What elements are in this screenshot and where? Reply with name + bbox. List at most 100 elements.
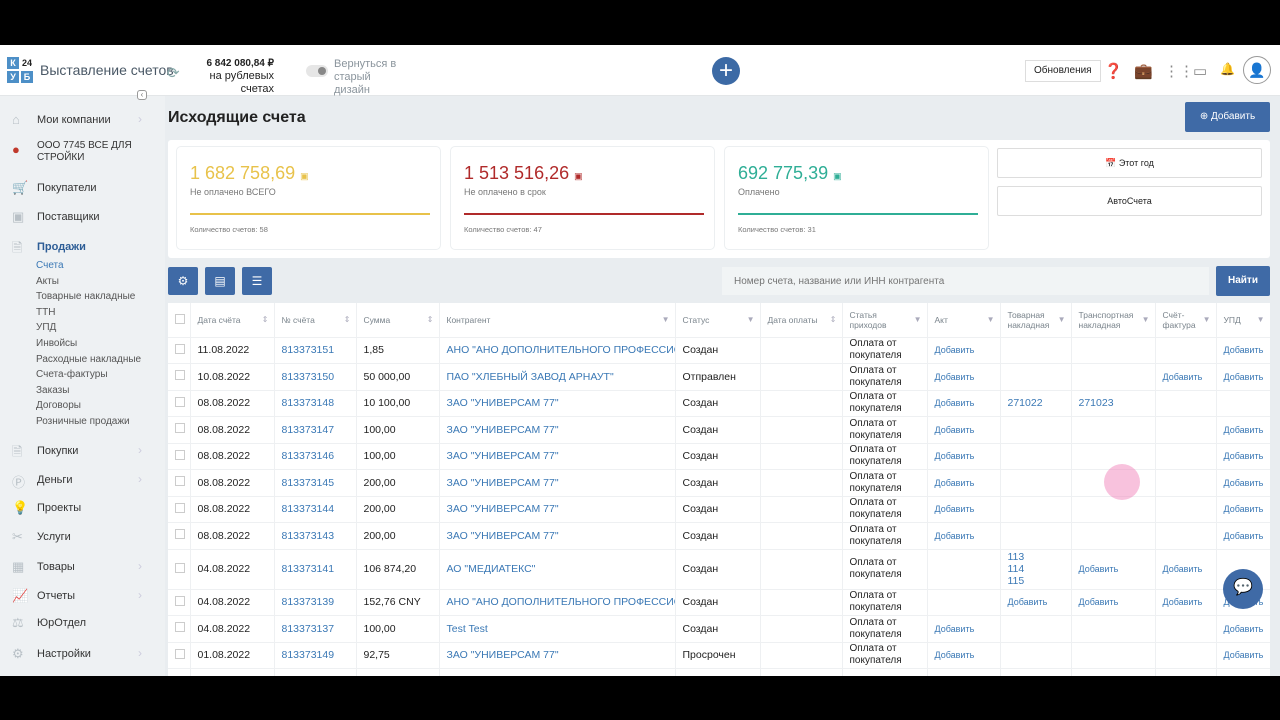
help-icon[interactable]: ❓ <box>1104 62 1123 80</box>
collapse-sidebar-icon[interactable]: ‹ <box>137 90 147 100</box>
column-header[interactable]: Транспортная накладная ▼ <box>1071 303 1156 338</box>
refresh-icon[interactable]: ⟳ <box>167 64 180 82</box>
select-all-checkbox[interactable] <box>168 303 191 338</box>
apps-grid-icon[interactable]: ⋮⋮ <box>1164 62 1194 80</box>
kub24-logo[interactable]: К 24 У Б <box>7 57 33 83</box>
filter-icon[interactable]: ▼ <box>662 315 670 325</box>
sidebar-item-1[interactable]: ● ООО 7745 ВСЕ ДЛЯ СТРОЙКИ <box>0 140 165 163</box>
briefcase-icon[interactable]: 💼 <box>1134 62 1153 80</box>
tov-link[interactable]: 113 <box>1008 551 1064 563</box>
cell-contractor[interactable]: ЗАО "УНИВЕРСАМ 77" <box>439 443 676 470</box>
search-input[interactable] <box>722 267 1209 295</box>
bell-icon[interactable]: 🔔 <box>1220 62 1235 76</box>
table-row[interactable]: 04.08.2022 813373141 106 874,20 АО "МЕДИАТЕ… <box>168 549 1270 590</box>
add-invoice-button[interactable]: ⊕ Добавить <box>1185 102 1270 132</box>
sidebar-subitem[interactable]: Розничные продажи <box>36 416 130 427</box>
sidebar-item-9[interactable]: ▦ Товары › <box>0 557 165 577</box>
column-header[interactable]: УПД ▼ <box>1216 303 1270 338</box>
row-checkbox[interactable] <box>168 615 191 643</box>
period-button[interactable]: 📅 Этот год <box>997 148 1262 178</box>
sidebar-subitem[interactable]: Договоры <box>36 400 81 411</box>
sidebar-item-12[interactable]: ⚙ Настройки › <box>0 644 165 664</box>
row-checkbox[interactable] <box>168 390 191 417</box>
sidebar-subitem[interactable]: Акты <box>36 276 59 287</box>
cell-upd[interactable]: Добавить <box>1216 416 1270 444</box>
wallet-icon[interactable]: ▭ <box>1193 62 1207 80</box>
cell-num[interactable]: 813373144 <box>274 496 357 523</box>
cell-act[interactable]: Добавить <box>927 642 1001 669</box>
sidebar-item-3[interactable]: ▣ Поставщики <box>0 207 165 227</box>
column-header[interactable]: Дата счёта ⇕ <box>190 303 275 338</box>
column-header[interactable]: № счёта ⇕ <box>274 303 357 338</box>
sidebar-item-4[interactable]: 🗎 Продажи <box>0 237 165 257</box>
cell-contractor[interactable]: ЗАО "УНИВЕРСАМ 77" <box>439 416 676 444</box>
cell-trans[interactable]: Добавить <box>1071 549 1156 590</box>
table-row[interactable]: 08.08.2022 813373143 200,00 ЗАО "УНИВЕРСАМ … <box>168 522 1270 550</box>
summary-card[interactable]: 1 682 758,69 ▣ Не оплачено ВСЕГО Количес… <box>176 146 441 250</box>
cell-num[interactable]: 813373137 <box>274 615 357 643</box>
cell-act[interactable]: Добавить <box>927 443 1001 470</box>
cell-upd[interactable]: Добавить <box>1216 522 1270 550</box>
cell-act[interactable]: Добавить <box>927 390 1001 417</box>
row-checkbox[interactable] <box>168 469 191 497</box>
cell-contractor[interactable]: ПАО "ХЛЕБНЫЙ ЗАВОД АРНАУТ" <box>439 363 676 391</box>
cell-contractor[interactable]: Test Test <box>439 615 676 643</box>
sidebar-subitem[interactable]: Заказы <box>36 385 69 396</box>
sidebar-item-10[interactable]: 📈 Отчеты › <box>0 586 165 606</box>
updates-button[interactable]: Обновления <box>1025 60 1101 82</box>
column-header[interactable]: Статус ▼ <box>675 303 761 338</box>
cell-tov[interactable]: Добавить <box>1000 589 1072 616</box>
cell-act[interactable]: Добавить <box>927 337 1001 364</box>
sidebar-item-5[interactable]: 🗎 Покупки › <box>0 441 165 461</box>
sidebar-item-6[interactable]: Ⓟ Деньги › <box>0 470 165 490</box>
auto-invoices-button[interactable]: АвтоСчета <box>997 186 1262 216</box>
sort-icon[interactable]: ⇕ <box>830 315 837 325</box>
row-checkbox[interactable] <box>168 589 191 616</box>
cell-upd[interactable]: Добавить <box>1216 615 1270 643</box>
chat-button[interactable]: 💬 <box>1223 569 1263 609</box>
column-header[interactable]: Счёт-фактура ▼ <box>1155 303 1217 338</box>
tov-link[interactable]: 114 <box>1008 563 1064 575</box>
excel-export-button[interactable]: ▤ <box>205 267 235 295</box>
sidebar-subitem[interactable]: Товарные накладные <box>36 291 135 302</box>
cell-contractor[interactable]: АНО "АНО ДОПОЛНИТЕЛЬНОГО ПРОФЕССИОНАЛ <box>439 337 676 364</box>
row-checkbox[interactable] <box>168 496 191 523</box>
cell-num[interactable]: 813373151 <box>274 337 357 364</box>
row-checkbox[interactable] <box>168 363 191 391</box>
cell-num[interactable]: 813373146 <box>274 443 357 470</box>
old-design-toggle[interactable] <box>306 65 328 77</box>
cell-num[interactable]: 813373147 <box>274 416 357 444</box>
cell-num[interactable]: 813373143 <box>274 522 357 550</box>
create-button[interactable]: + <box>712 57 740 85</box>
table-row[interactable]: 08.08.2022 813373147 100,00 ЗАО "УНИВЕРСАМ … <box>168 416 1270 444</box>
row-checkbox[interactable] <box>168 337 191 364</box>
sidebar-item-7[interactable]: 💡 Проекты <box>0 498 165 518</box>
cell-contractor[interactable]: ЗАО "УНИВЕРСАМ 77" <box>439 522 676 550</box>
table-row[interactable]: 08.08.2022 813373148 10 100,00 ЗАО "УНИВЕРС… <box>168 390 1270 417</box>
cell-upd[interactable]: Добавить <box>1216 363 1270 391</box>
cell-act[interactable]: Добавить <box>927 363 1001 391</box>
cell-contractor[interactable]: ЗАО "УНИВЕРСАМ 77" <box>439 469 676 497</box>
cell-upd[interactable]: Добавить <box>1216 496 1270 523</box>
sidebar-item-0[interactable]: ⌂ Мои компании › <box>0 110 165 130</box>
filter-icon[interactable]: ▼ <box>1058 315 1066 325</box>
summary-card[interactable]: 692 775,39 ▣ Оплачено Количество счетов:… <box>724 146 989 250</box>
cell-contractor[interactable]: ЗАО "УНИВЕРСАМ 77" <box>439 390 676 417</box>
cell-num[interactable]: 813373141 <box>274 549 357 590</box>
cell-tov[interactable]: 271022 <box>1000 390 1072 417</box>
sort-icon[interactable]: ⇕ <box>427 315 434 325</box>
column-header[interactable]: Контрагент ▼ <box>439 303 676 338</box>
cell-sf[interactable]: Добавить <box>1155 363 1217 391</box>
sidebar-subitem[interactable]: Счета <box>36 260 64 271</box>
cell-trans[interactable]: Добавить <box>1071 589 1156 616</box>
cell-sf[interactable]: Добавить <box>1155 549 1217 590</box>
cell-act[interactable]: Добавить <box>927 496 1001 523</box>
cell-upd[interactable]: Добавить <box>1216 443 1270 470</box>
filter-icon[interactable]: ▼ <box>1142 315 1150 325</box>
filter-icon[interactable]: ▼ <box>1257 315 1265 325</box>
cell-trans[interactable]: 271023 <box>1071 390 1156 417</box>
cell-contractor[interactable]: ЗАО "УНИВЕРСАМ 77" <box>439 496 676 523</box>
sidebar-subitem[interactable]: УПД <box>36 322 56 333</box>
filter-icon[interactable]: ▼ <box>747 315 755 325</box>
table-row[interactable]: 08.08.2022 813373146 100,00 ЗАО "УНИВЕРСАМ … <box>168 443 1270 470</box>
